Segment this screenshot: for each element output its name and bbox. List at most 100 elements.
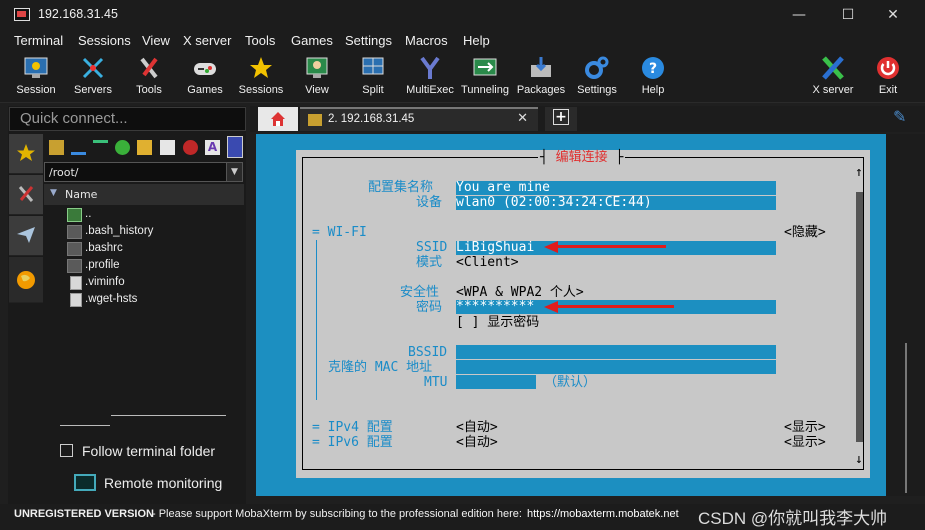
minimize-button[interactable]: —	[776, 0, 822, 30]
close-window-button[interactable]: ✕	[870, 0, 916, 30]
status-bar: UNREGISTERED VERSION - Please support Mo…	[0, 504, 925, 530]
sidebar-tab-tools[interactable]	[9, 175, 43, 215]
bssid-label: BSSID	[408, 345, 448, 360]
checkbox-box[interactable]	[60, 444, 73, 457]
ipv4-method-select[interactable]: <自动>	[456, 420, 498, 435]
ipv4-section-label: = IPv4 配置	[312, 420, 393, 435]
sort-arrow-icon: ▼	[50, 188, 57, 198]
tools-icon	[18, 186, 34, 202]
annotation-arrow-password	[556, 305, 674, 308]
file-icon	[67, 225, 82, 239]
menu-terminal[interactable]: Terminal	[14, 33, 63, 48]
file-icon	[67, 259, 82, 273]
menu-games[interactable]: Games	[291, 33, 333, 48]
dialog-title: ┤ 编辑连接 ├	[538, 150, 626, 165]
mtu-field[interactable]	[456, 375, 536, 389]
wifi-hide-button[interactable]: <隐藏>	[784, 225, 826, 240]
ipv6-show-button[interactable]: <显示>	[784, 435, 826, 450]
rename-icon[interactable]: A	[205, 140, 220, 155]
dialog-scrollbar[interactable]	[856, 192, 863, 442]
menu-bar: Terminal Sessions View X server Tools Ga…	[0, 30, 925, 51]
menu-settings[interactable]: Settings	[345, 33, 392, 48]
monitor-icon	[74, 474, 96, 491]
download-icon[interactable]	[71, 140, 86, 155]
exit-button[interactable]: Exit	[860, 51, 916, 101]
view-toggle-icon[interactable]	[227, 136, 243, 158]
games-icon	[194, 63, 216, 75]
menu-help[interactable]: Help	[463, 33, 490, 48]
mobaxterm-app-icon	[14, 8, 30, 21]
view-icon	[306, 57, 328, 78]
device-label: 设备	[416, 195, 443, 210]
tab-session[interactable]: 2. 192.168.31.45 ✕	[300, 107, 538, 131]
home-icon	[271, 112, 285, 126]
paperclip-icon[interactable]: ✎	[893, 107, 906, 126]
close-tab-icon[interactable]: ✕	[517, 111, 528, 126]
new-folder-icon[interactable]	[137, 140, 152, 155]
tools-icon	[140, 57, 158, 79]
tunneling-icon	[473, 58, 497, 76]
sidebar-vertical-tabs	[9, 134, 43, 303]
security-label: 安全性	[400, 285, 440, 300]
star-icon	[17, 144, 35, 161]
ssid-label: SSID	[416, 240, 448, 255]
menu-xserver[interactable]: X server	[183, 33, 231, 48]
chevron-down-icon[interactable]: ▼	[226, 163, 242, 181]
scroll-down-arrow[interactable]: ↓	[855, 452, 863, 467]
mode-label: 模式	[416, 255, 443, 270]
new-tab-button[interactable]: +	[545, 107, 577, 131]
show-password-checkbox[interactable]: [ ] 显示密码	[456, 315, 539, 330]
sftp-globe-icon	[17, 271, 35, 289]
profile-name-field[interactable]: You are mine	[456, 181, 776, 195]
column-name: Name	[65, 188, 98, 201]
delete-icon[interactable]	[183, 140, 198, 155]
sidebar-tab-sessions[interactable]	[9, 134, 43, 174]
menu-sessions[interactable]: Sessions	[78, 33, 131, 48]
split-icon	[362, 57, 384, 75]
session-icon	[24, 57, 48, 78]
file-icon	[67, 242, 82, 256]
ipv4-show-button[interactable]: <显示>	[784, 420, 826, 435]
mobatek-link[interactable]: https://mobaxterm.mobatek.net	[527, 508, 679, 520]
scroll-up-arrow[interactable]: ↑	[855, 165, 863, 180]
file-list-header[interactable]: ▼ Name	[44, 184, 244, 205]
upload-icon[interactable]	[93, 140, 108, 155]
device-field[interactable]: wlan0 (02:00:34:24:CE:44)	[456, 196, 776, 210]
mode-select[interactable]: <Client>	[456, 255, 519, 270]
help-icon: ?	[642, 57, 664, 79]
title-bar: 192.168.31.45 — ☐ ✕	[0, 0, 925, 30]
path-input[interactable]: /root/ ▼	[44, 162, 243, 182]
tab-home[interactable]	[258, 107, 298, 131]
multiexec-icon	[420, 56, 440, 79]
divider	[111, 415, 226, 416]
security-select[interactable]: <WPA & WPA2 个人>	[456, 285, 584, 300]
mtu-default-hint: （默认）	[544, 375, 597, 390]
refresh-icon[interactable]	[115, 140, 130, 155]
sidebar-tab-macros[interactable]	[9, 216, 43, 256]
divider	[60, 425, 110, 426]
annotation-arrow-ssid	[556, 245, 666, 248]
profile-name-label: 配置集名称	[368, 180, 434, 195]
maximize-button[interactable]: ☐	[825, 0, 871, 30]
svg-text:?: ?	[649, 61, 657, 77]
section-line	[316, 240, 317, 400]
annotation-arrowhead-ssid	[544, 241, 558, 253]
new-file-icon[interactable]	[160, 140, 175, 155]
help-button[interactable]: ? Help	[625, 51, 681, 101]
csdn-watermark: CSDN @你就叫我李大帅	[698, 509, 888, 528]
sidebar-tab-sftp[interactable]	[9, 257, 43, 303]
menu-view[interactable]: View	[142, 33, 170, 48]
menu-macros[interactable]: Macros	[405, 33, 448, 48]
bssid-field[interactable]	[456, 345, 776, 359]
terminal-scrollbar[interactable]	[905, 343, 907, 493]
servers-icon	[82, 57, 104, 79]
wifi-section-label: = WI-FI	[312, 225, 367, 240]
ipv6-method-select[interactable]: <自动>	[456, 435, 498, 450]
parent-folder-icon[interactable]	[49, 140, 64, 155]
ssh-session-icon	[308, 114, 322, 126]
document-icon	[70, 293, 82, 307]
cloned-mac-field[interactable]	[456, 360, 776, 374]
quick-connect-input[interactable]: Quick connect...	[9, 107, 246, 131]
menu-tools[interactable]: Tools	[245, 33, 275, 48]
ssid-field[interactable]: LiBigShuai	[456, 241, 776, 255]
